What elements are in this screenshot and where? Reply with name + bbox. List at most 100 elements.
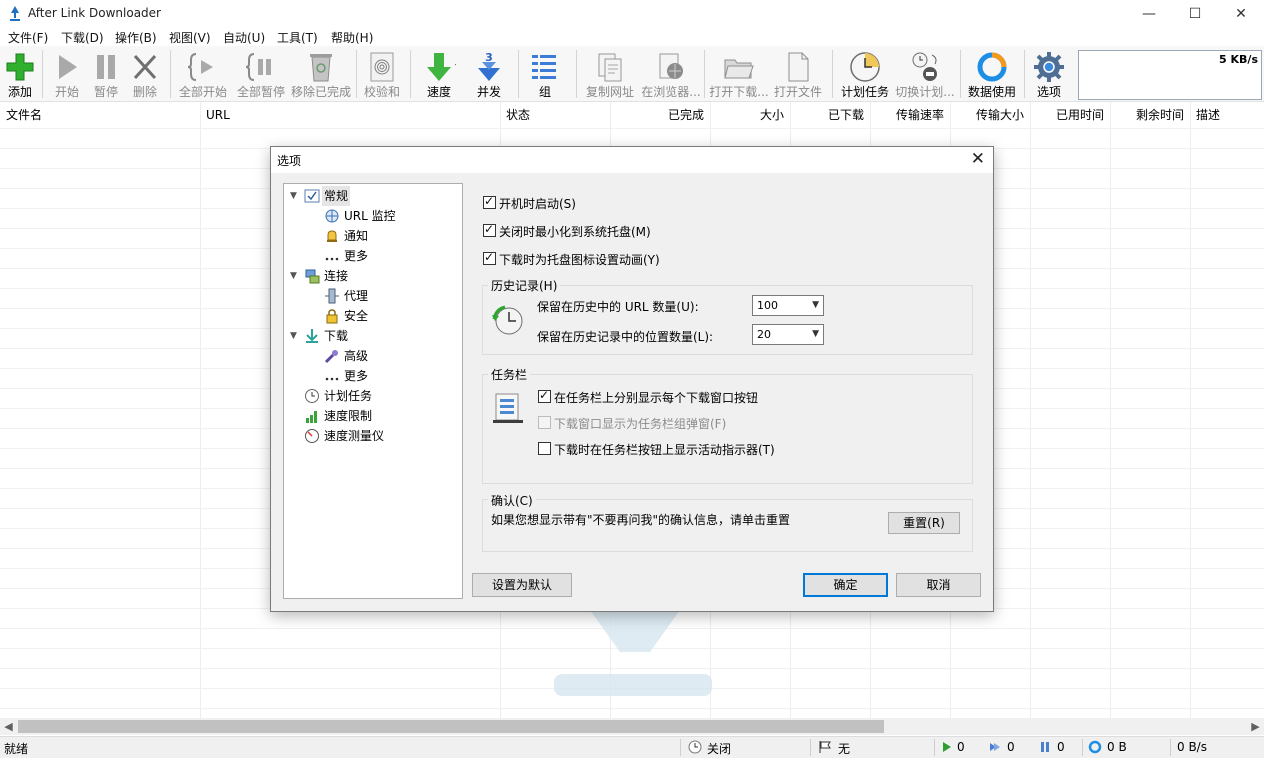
column-header-description[interactable]: 描述 xyxy=(1190,102,1264,128)
tree-item-scheduler[interactable]: 计划任务 xyxy=(290,386,450,406)
current-rate: 0 B/s xyxy=(1177,740,1207,754)
history-location-count-select[interactable]: 20 ▼ xyxy=(752,324,824,345)
menu-file[interactable]: 文件(F) xyxy=(8,29,48,46)
menu-bar: 文件(F) 下载(D) 操作(B) 视图(V) 自动(U) 工具(T) 帮助(H… xyxy=(0,28,1264,46)
scheduler-status-text: 关闭 xyxy=(707,742,732,756)
scroll-right-arrow-icon[interactable]: ▶ xyxy=(1247,718,1264,735)
tree-item-connection[interactable]: ▼ 连接 xyxy=(290,266,450,286)
dialog-close-icon[interactable]: ✕ xyxy=(971,149,985,169)
status-text: 就绪 xyxy=(4,742,29,756)
group-popup-label: 下载窗口显示为任务栏组弹窗(F) xyxy=(554,417,727,431)
menu-action[interactable]: 操作(B) xyxy=(115,29,157,46)
history-url-count-select[interactable]: 100 ▼ xyxy=(752,295,824,316)
animate-tray-checkbox[interactable] xyxy=(483,250,496,265)
separate-buttons-checkbox[interactable] xyxy=(538,388,551,403)
options-button[interactable]: 选项 xyxy=(1028,46,1070,102)
remove-completed-button[interactable]: 移除已完成 xyxy=(290,46,352,102)
column-header-url[interactable]: URL xyxy=(200,102,500,128)
chevron-down-icon[interactable]: ▼ xyxy=(290,326,302,346)
column-header-elapsed[interactable]: 已用时间 xyxy=(1030,102,1110,128)
minimize-to-tray-checkbox[interactable] xyxy=(483,222,496,237)
column-header-status[interactable]: 状态 xyxy=(500,102,610,128)
tree-item-general[interactable]: ▼ 常规 xyxy=(290,186,450,206)
horizontal-scrollbar[interactable]: ◀ ▶ xyxy=(0,718,1264,735)
scrollbar-thumb[interactable] xyxy=(18,720,884,733)
open-in-browser-icon xyxy=(659,53,683,79)
speed-button[interactable]: 速度 xyxy=(416,46,462,102)
pause-all-button[interactable]: 全部暂停 xyxy=(234,46,288,102)
scheduler-button[interactable]: 计划任务 xyxy=(838,46,892,102)
column-header-downloaded[interactable]: 已下载 xyxy=(790,102,870,128)
confirm-description: 如果您想显示带有"不要再问我"的确认信息，请单击重置 xyxy=(491,513,791,527)
column-header-size[interactable]: 大小 xyxy=(710,102,790,128)
options-tree: ▼ 常规 URL 监控 通知 更多 ▼ 连接 代理 安全 ▼ 下载 高级 更多 … xyxy=(283,183,463,599)
menu-auto[interactable]: 自动(U) xyxy=(223,29,265,46)
tree-item-speedometer[interactable]: 速度测量仪 xyxy=(290,426,450,446)
dialog-title-bar: 选项 ✕ xyxy=(271,147,993,173)
column-header-filename[interactable]: 文件名 xyxy=(0,102,200,128)
menu-help[interactable]: 帮助(H) xyxy=(331,29,373,46)
tree-item-download-more[interactable]: 更多 xyxy=(310,366,450,386)
tree-item-advanced[interactable]: 高级 xyxy=(310,346,450,366)
tree-item-notifications[interactable]: 通知 xyxy=(310,226,450,246)
column-header-completed[interactable]: 已完成 xyxy=(610,102,710,128)
open-file-button[interactable]: 打开文件 xyxy=(772,46,824,102)
chevron-down-icon[interactable]: ▼ xyxy=(290,186,302,206)
column-header-remaining[interactable]: 剩余时间 xyxy=(1110,102,1190,128)
close-window-button[interactable]: ✕ xyxy=(1218,0,1264,28)
pause-all-icon xyxy=(245,53,271,81)
cancel-button[interactable]: 取消 xyxy=(896,573,981,597)
history-clock-icon xyxy=(492,305,523,335)
tree-item-general-more[interactable]: 更多 xyxy=(310,246,450,266)
reset-button[interactable]: 重置(R) xyxy=(888,512,960,534)
open-in-browser-button[interactable]: 在浏览器... xyxy=(640,46,702,102)
scroll-left-arrow-icon[interactable]: ◀ xyxy=(0,718,17,735)
switch-schedule-button[interactable]: 切换计划... xyxy=(894,46,956,102)
checksum-button[interactable]: 校验和 xyxy=(360,46,404,102)
group-button[interactable]: 组 xyxy=(522,46,568,102)
minimize-button[interactable]: — xyxy=(1126,0,1172,28)
scheduler-clock-icon xyxy=(850,52,880,82)
separate-buttons-label: 在任务栏上分别显示每个下载窗口按钮 xyxy=(554,391,759,405)
running-count: 0 xyxy=(957,740,965,754)
pause-button[interactable]: 暂停 xyxy=(87,46,125,102)
menu-view[interactable]: 视图(V) xyxy=(169,29,211,46)
start-on-boot-label: 开机时启动(S) xyxy=(499,197,576,211)
start-all-button[interactable]: 全部开始 xyxy=(176,46,230,102)
tree-item-speed-limit[interactable]: 速度限制 xyxy=(290,406,450,426)
concurrent-icon: 3 xyxy=(478,51,500,81)
group-list-icon xyxy=(532,55,556,79)
copy-url-icon xyxy=(598,53,622,82)
ok-button[interactable]: 确定 xyxy=(803,573,888,597)
paused-bars-icon xyxy=(1041,742,1049,752)
copy-url-button[interactable]: 复制网址 xyxy=(582,46,638,102)
column-header-rate[interactable]: 传输速率 xyxy=(870,102,950,128)
speed-graph: 5 KB/s xyxy=(1078,50,1262,100)
tree-item-url-monitor[interactable]: URL 监控 xyxy=(310,206,450,226)
menu-download[interactable]: 下载(D) xyxy=(61,29,104,46)
tree-item-security[interactable]: 安全 xyxy=(310,306,450,326)
data-usage-button[interactable]: 数据使用 xyxy=(964,46,1020,102)
start-on-boot-checkbox[interactable] xyxy=(483,194,496,209)
tree-item-proxy[interactable]: 代理 xyxy=(310,286,450,306)
column-header-transfer-size[interactable]: 传输大小 xyxy=(950,102,1030,128)
add-button[interactable]: 添加 xyxy=(2,46,38,102)
paused-count: 0 xyxy=(1057,740,1065,754)
group-popup-checkbox[interactable] xyxy=(538,416,551,429)
chevron-down-icon[interactable]: ▼ xyxy=(290,266,302,286)
switch-schedule-icon xyxy=(912,52,937,81)
start-button[interactable]: 开始 xyxy=(48,46,86,102)
speed-graph-value: 5 KB/s xyxy=(1219,53,1258,66)
start-all-icon xyxy=(187,53,213,81)
add-plus-icon xyxy=(6,53,34,81)
activity-indicator-checkbox[interactable] xyxy=(538,442,551,455)
url-monitor-icon xyxy=(325,209,339,223)
tree-item-download[interactable]: ▼ 下载 xyxy=(290,326,450,346)
maximize-button[interactable]: ☐ xyxy=(1172,0,1218,28)
history-location-count-label: 保留在历史记录中的位置数量(L): xyxy=(537,330,714,344)
menu-tools[interactable]: 工具(T) xyxy=(277,29,318,46)
set-default-button[interactable]: 设置为默认 xyxy=(472,573,572,597)
open-download-folder-button[interactable]: 打开下载... xyxy=(708,46,770,102)
delete-button[interactable]: 删除 xyxy=(126,46,164,102)
concurrent-button[interactable]: 3 并发 xyxy=(466,46,512,102)
